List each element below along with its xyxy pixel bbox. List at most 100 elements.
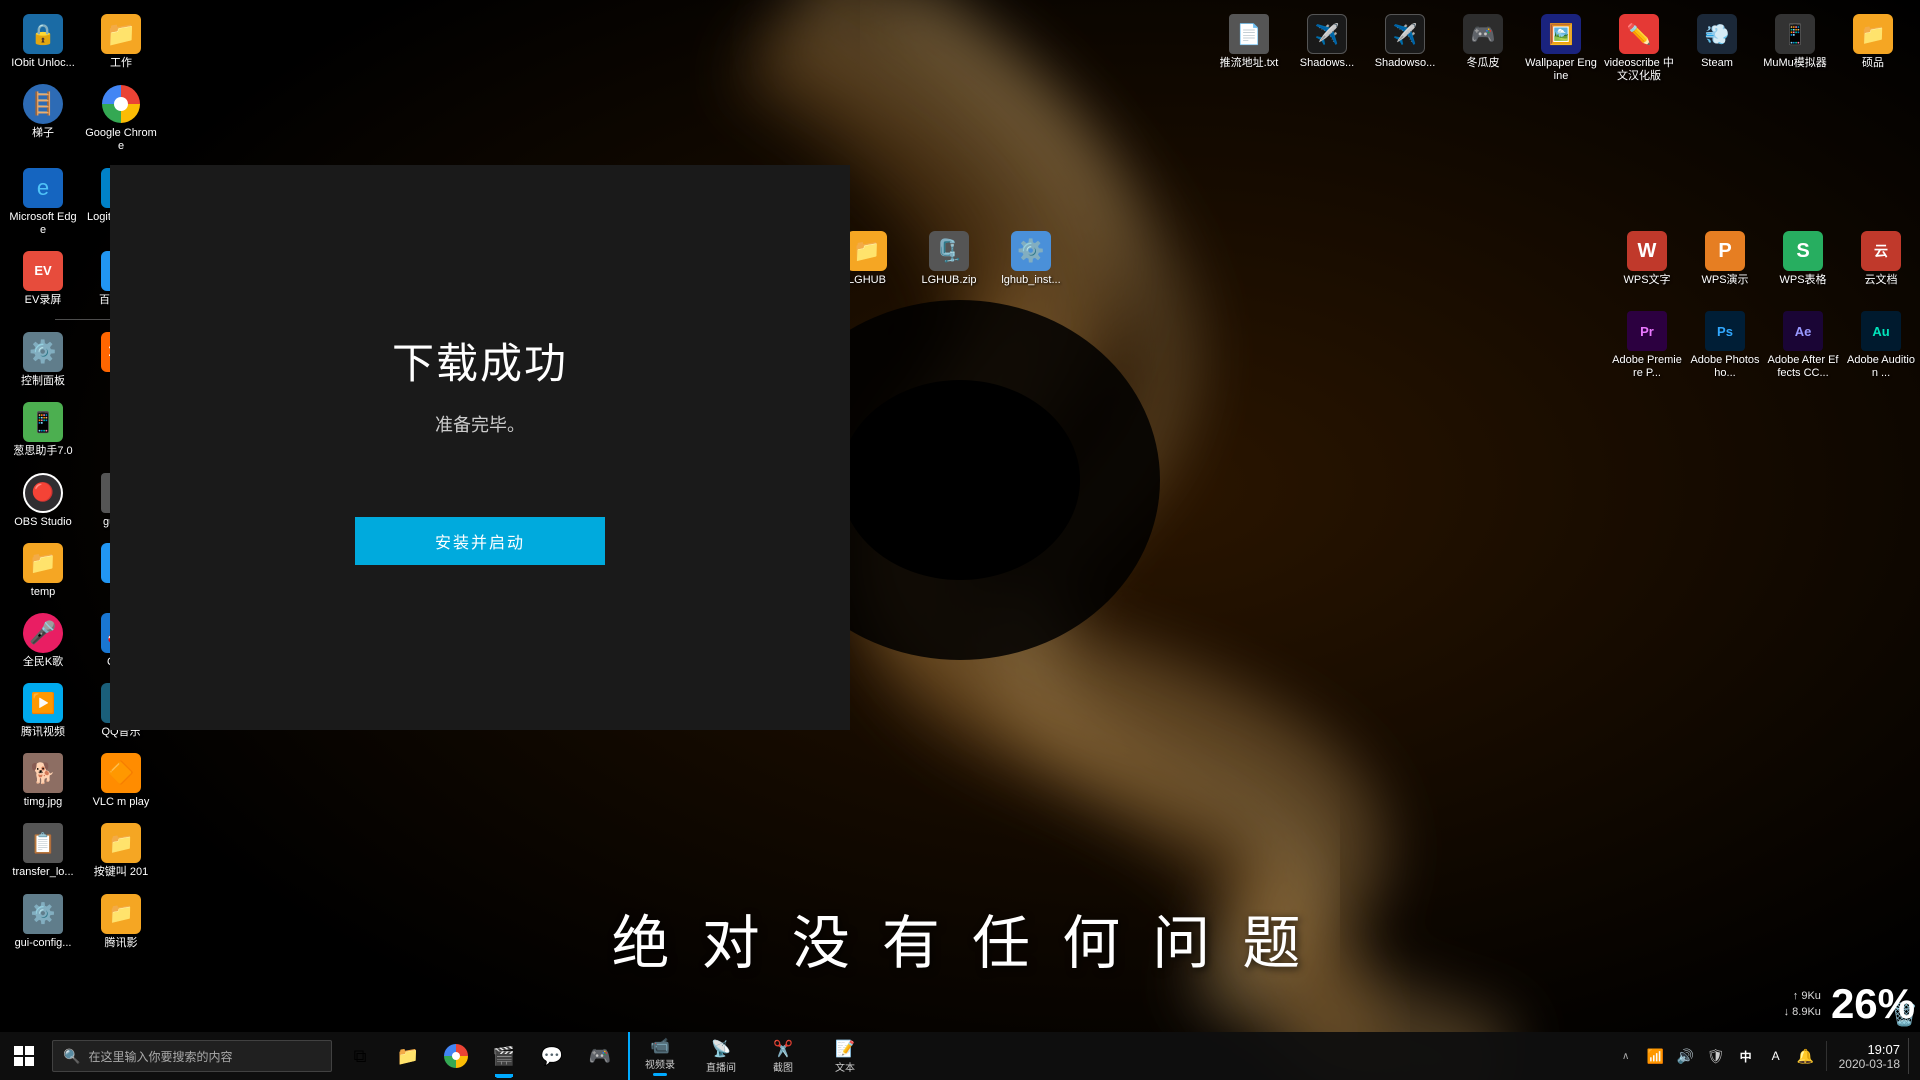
desktop-icon-wps-ppt[interactable]: P WPS演示 xyxy=(1686,225,1764,293)
desktop-icon-shuiyin[interactable]: 📁 硕品 xyxy=(1834,8,1912,89)
taskbar-text[interactable]: 📝 文本 xyxy=(814,1032,876,1080)
desktop-icon-adobe-au[interactable]: Au Adobe Audition ... xyxy=(1842,305,1920,386)
desktop-icon-temp[interactable]: 📁 temp xyxy=(4,537,82,605)
taskbar-live[interactable]: 📡 直播间 xyxy=(690,1032,752,1080)
desktop-icon-donguapi[interactable]: 🎮 冬瓜皮 xyxy=(1444,8,1522,89)
icon-label: 梯子 xyxy=(32,127,54,140)
taskbar-screenshot[interactable]: ✂️ 截图 xyxy=(752,1032,814,1080)
icon-label: 控制面板 xyxy=(21,375,65,388)
desktop: 🔒 IObit Unloc... 📁 工作 🪜 梯子 Google Chrome xyxy=(0,0,1920,1080)
taskbar-pinned-apps: 📹 视频录 📡 直播间 ✂️ 截图 📝 文本 xyxy=(628,1032,876,1080)
taskbar-app-logitech[interactable]: 🎮 xyxy=(576,1032,624,1080)
desktop-icon-dizhi[interactable]: 📄 推流地址.txt xyxy=(1210,8,1288,89)
network-icon: 📶 xyxy=(1647,1048,1664,1065)
desktop-icon-adobe-ps[interactable]: Ps Adobe Photosho... xyxy=(1686,305,1764,386)
desktop-icon-wallpaper-engine[interactable]: 🖼️ Wallpaper Engine xyxy=(1522,8,1600,89)
tray-network[interactable]: 📶 xyxy=(1642,1042,1670,1070)
taskbar-app-taskview[interactable]: ⧉ xyxy=(336,1032,384,1080)
tray-shield[interactable]: 🛡 xyxy=(1702,1042,1730,1070)
clock-time: 19:07 xyxy=(1867,1042,1900,1057)
ime-icon: 中 xyxy=(1740,1048,1752,1065)
desktop-icon-edge[interactable]: e Microsoft Edge xyxy=(4,162,82,243)
desktop-icon-tencent-video[interactable]: ▶️ 腾讯视频 xyxy=(4,677,82,745)
wps-group: W WPS文字 P WPS演示 S WPS表格 云 云文档 xyxy=(1608,225,1920,293)
icon-label: transfer_lo... xyxy=(12,866,73,879)
tray-divider xyxy=(1826,1041,1827,1071)
desktop-icon-mumu[interactable]: 📱 MuMu模拟器 xyxy=(1756,8,1834,89)
desktop-icon-chrome[interactable]: Google Chrome xyxy=(82,78,160,159)
desktop-icon-lghub-zip[interactable]: 🗜️ LGHUB.zip xyxy=(910,225,988,293)
chevron-up-icon: ∧ xyxy=(1622,1051,1629,1062)
system-clock[interactable]: 19:07 2020-03-18 xyxy=(1833,1042,1906,1071)
chrome-taskbar-icon xyxy=(444,1044,468,1068)
wechat-icon: 💬 xyxy=(541,1046,563,1067)
desktop-icon-quanguo[interactable]: 🎤 全民K歌 xyxy=(4,607,82,675)
installer-dialog: 下载成功 准备完毕。 安装并启动 xyxy=(110,165,850,730)
desktop-icon-ladder[interactable]: 🪜 梯子 xyxy=(4,78,82,159)
taskbar: 🔍 在这里输入你要搜索的内容 ⧉ 📁 🎬 💬 🎮 xyxy=(0,1032,1920,1080)
taskview-icon: ⧉ xyxy=(354,1046,367,1067)
desktop-icon-adobe-ae[interactable]: Ae Adobe After Effects CC... xyxy=(1764,305,1842,386)
desktop-icon-lghub-inst[interactable]: ⚙️ lghub_inst... xyxy=(992,225,1070,293)
taskbar-app-chrome[interactable] xyxy=(432,1032,480,1080)
search-placeholder: 在这里输入你要搜索的内容 xyxy=(88,1048,232,1065)
tray-chevron[interactable]: ∧ xyxy=(1612,1042,1640,1070)
desktop-icon-obs[interactable]: 🔴 OBS Studio xyxy=(4,467,82,535)
taskbar-app-wechat[interactable]: 💬 xyxy=(528,1032,576,1080)
icon-label: temp xyxy=(31,586,55,599)
taskbar-video-recorder[interactable]: 📹 视频录 xyxy=(628,1032,690,1080)
icon-label: Microsoft Edge xyxy=(7,211,79,237)
taskbar-search[interactable]: 🔍 在这里输入你要搜索的内容 xyxy=(52,1040,332,1072)
icon-label: 腾讯视频 xyxy=(21,726,65,739)
desktop-icon-videoscribe[interactable]: ✏️ videoscribe 中文汉化版 xyxy=(1600,8,1678,89)
net-up: ↑ 9Ku xyxy=(1793,988,1821,1005)
search-icon: 🔍 xyxy=(63,1048,80,1065)
desktop-icon-wps-pdf[interactable]: 云 云文档 xyxy=(1842,225,1920,293)
icon-label: OBS Studio xyxy=(14,516,71,529)
desktop-icon-transfer[interactable]: 📋 transfer_lo... xyxy=(4,817,82,885)
running-indicator xyxy=(496,1075,512,1078)
desktop-icon-anjian[interactable]: 📁 按键叫 201 xyxy=(82,817,160,885)
tray-ime[interactable]: 中 xyxy=(1732,1042,1760,1070)
live-icon: 📡 xyxy=(711,1039,731,1059)
desktop-icon-wps-excel[interactable]: S WPS表格 xyxy=(1764,225,1842,293)
icon-label: Google Chrome xyxy=(85,127,157,153)
desktop-icon-work[interactable]: 📁 工作 xyxy=(82,8,160,76)
live-label: 直播间 xyxy=(706,1059,736,1074)
video-recorder-icon: 📹 xyxy=(650,1036,670,1056)
desktop-icon-shadowsocks1[interactable]: ✈️ Shadows... xyxy=(1288,8,1366,89)
windows-icon xyxy=(14,1046,34,1066)
install-button[interactable]: 安装并启动 xyxy=(355,517,605,565)
desktop-icon-shadowsocks2[interactable]: ✈️ Shadowso... xyxy=(1366,8,1444,89)
icon-label: VLC m play xyxy=(93,796,150,809)
icon-separator xyxy=(55,319,115,320)
desktop-icon-adobe-pr[interactable]: Pr Adobe Premiere P... xyxy=(1608,305,1686,386)
logitech-taskbar-icon: 🎮 xyxy=(589,1046,611,1067)
screenshot-label: 截图 xyxy=(773,1059,793,1074)
net-down: ↓ 8.9Ku xyxy=(1784,1004,1821,1021)
tray-notification[interactable]: 🔔 xyxy=(1792,1042,1820,1070)
desktop-icon-ev[interactable]: EV EV录屏 xyxy=(4,245,82,313)
show-desktop[interactable] xyxy=(1908,1038,1912,1074)
icon-label: timg.jpg xyxy=(24,796,63,809)
adobe-group: Pr Adobe Premiere P... Ps Adobe Photosho… xyxy=(1608,305,1920,386)
icon-label: EV录屏 xyxy=(25,294,62,307)
video-recorder-label: 视频录 xyxy=(645,1056,675,1071)
desktop-icon-vlc[interactable]: 🔶 VLC m play xyxy=(82,747,160,815)
shield-icon: 🛡 xyxy=(1707,1048,1725,1065)
right-icons-row1: 📄 推流地址.txt ✈️ Shadows... ✈️ Shadowso... … xyxy=(1202,0,1920,97)
icon-label: 工作 xyxy=(110,57,132,70)
desktop-icon-iobit[interactable]: 🔒 IObit Unloc... xyxy=(4,8,82,76)
tray-ime-en[interactable]: A xyxy=(1762,1042,1790,1070)
desktop-icon-wps-writer[interactable]: W WPS文字 xyxy=(1608,225,1686,293)
video-icon: 🎬 xyxy=(493,1046,515,1067)
taskbar-app-explorer[interactable]: 📁 xyxy=(384,1032,432,1080)
desktop-icon-control-panel[interactable]: ⚙️ 控制面板 xyxy=(4,326,82,394)
desktop-icon-steam[interactable]: 💨 Steam xyxy=(1678,8,1756,89)
tray-volume[interactable]: 🔊 xyxy=(1672,1042,1700,1070)
taskbar-app-video[interactable]: 🎬 xyxy=(480,1032,528,1080)
icon-label: IObit Unloc... xyxy=(11,57,75,70)
desktop-icon-siyuan[interactable]: 📱 葱思助手7.0 xyxy=(4,396,82,464)
start-button[interactable] xyxy=(0,1032,48,1080)
desktop-icon-timg[interactable]: 🐕 timg.jpg xyxy=(4,747,82,815)
